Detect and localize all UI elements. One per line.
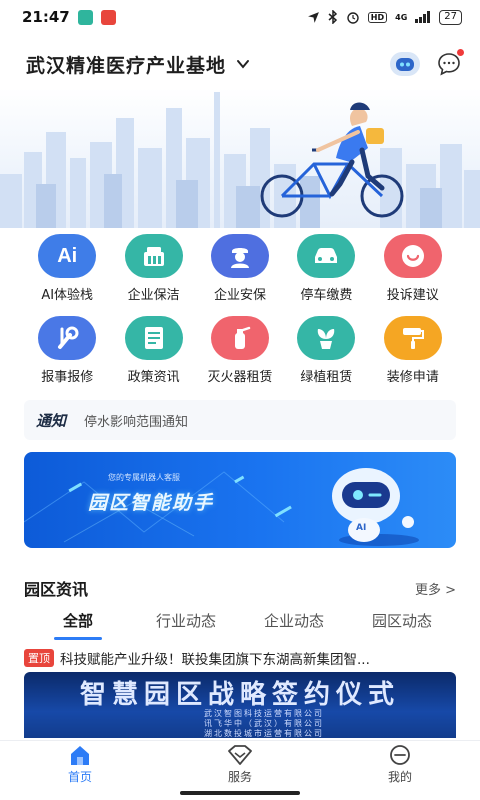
building-icon <box>124 234 183 278</box>
service-grid-row2: 报事报修 政策资讯 灭火器租赁 绿植租赁 装修申请 <box>24 316 456 385</box>
service-icon <box>228 745 252 765</box>
grid-label: 停车缴费 <box>300 288 353 303</box>
pinned-badge: 置顶 <box>24 649 54 667</box>
tab-home-label: 首页 <box>67 770 92 784</box>
extinguisher-icon <box>210 316 269 360</box>
grid-label: 灭火器租赁 <box>207 370 273 385</box>
security-button[interactable]: 企业安保 <box>197 234 283 303</box>
tab-profile[interactable]: 我的 <box>320 741 480 788</box>
document-icon <box>124 316 183 360</box>
grid-label: 政策资讯 <box>127 370 180 385</box>
robot-ai-label: AI <box>356 523 367 533</box>
security-guard-icon <box>210 234 269 278</box>
tab-industry[interactable]: 行业动态 <box>132 606 240 640</box>
extinguisher-rental-button[interactable]: 灭火器租赁 <box>197 316 283 385</box>
smile-icon <box>383 234 442 278</box>
complaint-button[interactable]: 投诉建议 <box>370 234 456 303</box>
plant-rental-button[interactable]: 绿植租赁 <box>283 316 369 385</box>
news-headline: 科技赋能产业升级！联投集团旗下东湖高新集团智... <box>60 652 370 668</box>
signal-icon <box>415 11 431 23</box>
plant-icon <box>297 316 356 360</box>
paint-roller-icon <box>383 316 442 360</box>
wrench-icon <box>38 316 97 360</box>
promo-title: 园区智能助手 <box>88 492 215 514</box>
message-button[interactable] <box>436 49 464 77</box>
parking-payment-button[interactable]: 停车缴费 <box>283 234 369 303</box>
status-bar: 21:47 HD 4G 27 <box>0 0 480 34</box>
city-skyline-illustration <box>0 92 480 228</box>
hd-icon: HD <box>367 11 388 23</box>
news-section-header: 园区资讯 更多 > <box>24 576 456 600</box>
unread-dot <box>457 49 464 56</box>
tab-service[interactable]: 服务 <box>160 741 320 788</box>
ai-assistant-banner[interactable]: 您的专属机器人客服 园区智能助手 AI <box>24 452 456 548</box>
grid-label: 装修申请 <box>386 370 439 385</box>
park-selector-title[interactable]: 武汉精准医疗产业基地 <box>26 51 226 78</box>
chevron-down-icon[interactable] <box>236 57 250 71</box>
tab-service-label: 服务 <box>227 770 252 784</box>
network-label: 4G <box>395 12 408 22</box>
alarm-icon <box>347 12 359 24</box>
service-grid-row1: Ai AI体验栈 企业保洁 企业安保 停车缴费 投诉建议 <box>24 234 456 303</box>
news-image-line: 湖北数投城市运营有限公司 <box>204 729 324 738</box>
battery-indicator: 27 <box>439 9 462 25</box>
bluetooth-icon <box>328 10 337 24</box>
robot-assistant-button[interactable] <box>390 52 420 76</box>
tab-enterprise[interactable]: 企业动态 <box>240 606 348 640</box>
promo-subtitle: 您的专属机器人客服 <box>108 473 180 482</box>
tab-home[interactable]: 首页 <box>0 741 160 788</box>
tab-profile-label: 我的 <box>387 770 412 784</box>
news-item[interactable]: 置顶 科技赋能产业升级！联投集团旗下东湖高新集团智... <box>24 648 456 668</box>
grid-label: AI体验栈 <box>41 288 94 303</box>
grid-label: 企业保洁 <box>127 288 180 303</box>
section-title: 园区资讯 <box>24 580 89 599</box>
tab-park[interactable]: 园区动态 <box>348 606 456 640</box>
location-icon <box>307 11 319 23</box>
more-link[interactable]: 更多 > <box>415 579 456 598</box>
tab-all[interactable]: 全部 <box>24 606 132 640</box>
ai-experience-button[interactable]: Ai AI体验栈 <box>24 234 110 303</box>
renovation-request-button[interactable]: 装修申请 <box>370 316 456 385</box>
cleaning-button[interactable]: 企业保洁 <box>110 234 196 303</box>
home-indicator[interactable] <box>180 791 300 795</box>
repair-report-button[interactable]: 报事报修 <box>24 316 110 385</box>
hero-banner <box>0 88 480 228</box>
news-image[interactable]: 智慧园区战略签约仪式 武汉智图科技运营有限公司 讯飞华中（武汉）有限公司 湖北数… <box>24 672 456 738</box>
profile-icon <box>390 745 410 765</box>
car-icon <box>297 234 356 278</box>
robot-icon <box>396 58 414 71</box>
news-tabs: 全部 行业动态 企业动态 园区动态 <box>24 606 456 640</box>
notice-tag: 通知 <box>36 411 67 430</box>
grid-label: 投诉建议 <box>386 288 439 303</box>
bottom-tab-bar: 首页 服务 我的 <box>0 740 480 788</box>
status-time: 21:47 <box>22 8 70 26</box>
app-notification-icon <box>100 9 116 25</box>
home-icon <box>71 746 89 765</box>
ai-icon: Ai <box>38 234 97 278</box>
notice-bar[interactable]: 通知 停水影响范围通知 <box>24 400 456 440</box>
news-image-title: 智慧园区战略签约仪式 <box>79 680 400 710</box>
grid-label: 绿植租赁 <box>300 370 353 385</box>
app-notification-icon <box>77 9 93 25</box>
notice-text[interactable]: 停水影响范围通知 <box>84 411 188 430</box>
grid-label: 企业安保 <box>213 288 266 303</box>
grid-label: 报事报修 <box>41 370 94 385</box>
header: 武汉精准医疗产业基地 <box>0 44 480 84</box>
policy-news-button[interactable]: 政策资讯 <box>110 316 196 385</box>
